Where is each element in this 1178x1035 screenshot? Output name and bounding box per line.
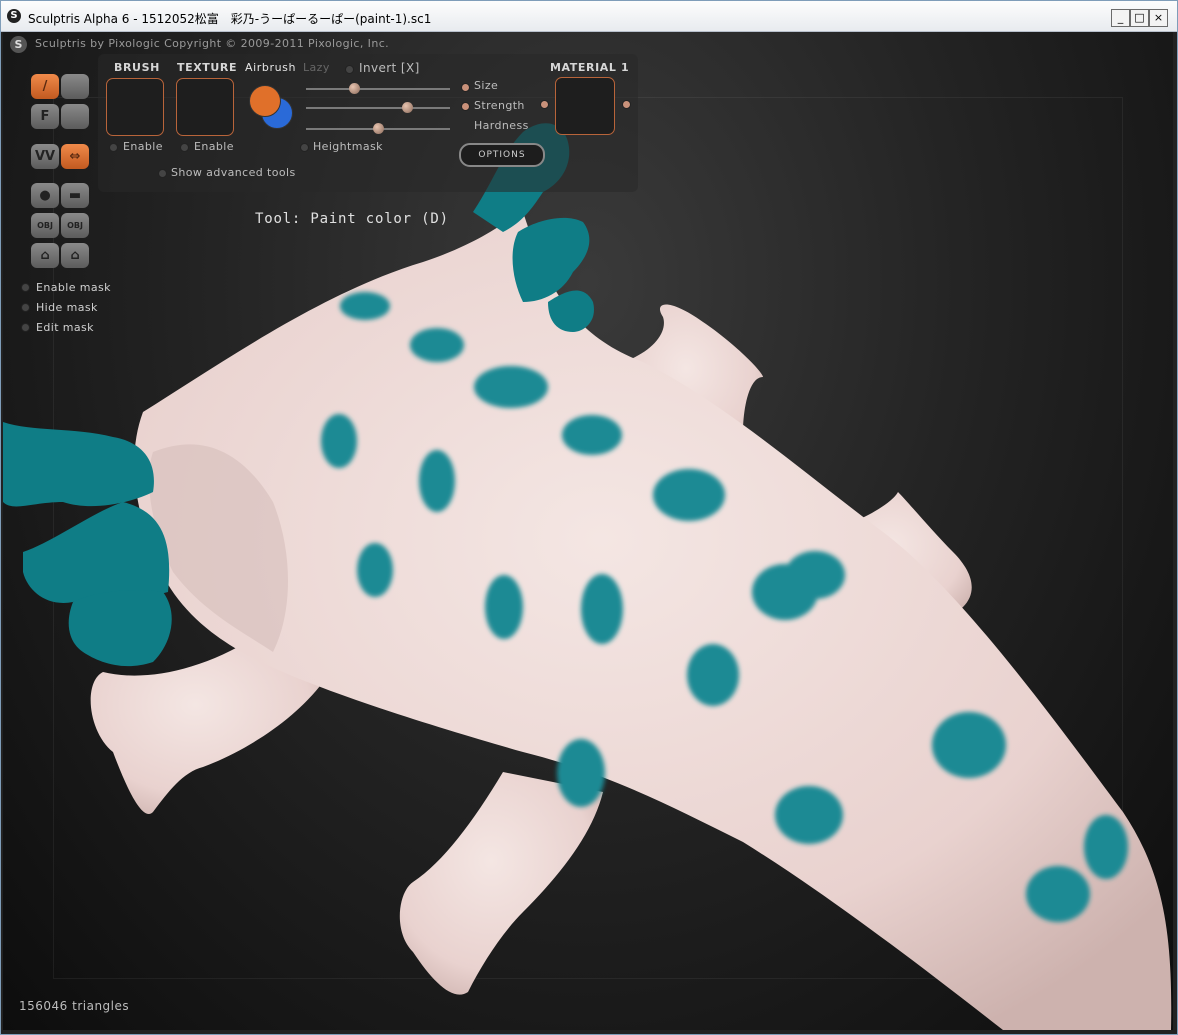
hardness-slider-knob[interactable] [373, 123, 384, 134]
paint-brush-icon[interactable]: / [31, 74, 59, 99]
tool-status: Tool: Paint color (D) [255, 211, 449, 227]
minimize-button[interactable]: _ [1111, 9, 1130, 27]
save-icon[interactable]: ⌂ [31, 243, 59, 268]
edit-mask-label: Edit mask [36, 321, 94, 334]
strength-slider[interactable] [306, 102, 450, 113]
enable-mask-checkbox[interactable] [21, 283, 30, 292]
sphere-icon[interactable]: ● [31, 183, 59, 208]
flatten-icon[interactable]: F [31, 104, 59, 129]
size-slider[interactable] [306, 83, 450, 94]
material-label: MATERIAL 1 [550, 61, 630, 74]
copyright-text: Sculptris by Pixologic Copyright © 2009-… [35, 37, 390, 50]
heightmask-checkbox[interactable] [300, 143, 309, 152]
brush-slot[interactable] [106, 78, 164, 136]
maximize-button[interactable]: □ [1130, 9, 1149, 27]
edit-mask-checkbox[interactable] [21, 323, 30, 332]
sculptris-logo-icon: S [10, 36, 27, 53]
window-title: Sculptris Alpha 6 - 1512052松富 彩乃-うーぱーるーぱ… [28, 12, 432, 26]
heightmask-label[interactable]: Heightmask [313, 140, 383, 153]
texture-enable-label[interactable]: Enable [194, 140, 234, 153]
import-obj-icon[interactable]: OBJ [31, 213, 59, 238]
enable-mask-toggle[interactable]: Enable mask [21, 281, 111, 294]
texture-label: TEXTURE [177, 61, 238, 74]
3d-viewport[interactable]: S Sculptris by Pixologic Copyright © 200… [3, 32, 1173, 1030]
advanced-tools-checkbox[interactable] [158, 169, 167, 178]
close-button[interactable]: × [1149, 9, 1168, 27]
triangle-count: 156046 triangles [19, 999, 130, 1013]
material-prev-dot[interactable] [540, 100, 549, 109]
size-label: Size [474, 79, 499, 92]
strength-slider-knob[interactable] [401, 102, 413, 113]
texture-slot[interactable] [176, 78, 234, 136]
invert-label[interactable]: Invert [X] [359, 61, 420, 75]
invert-checkbox[interactable] [345, 65, 354, 74]
sculptris-logo-icon: S [7, 9, 21, 23]
material-next-dot[interactable] [622, 100, 631, 109]
brush-label: BRUSH [114, 61, 160, 74]
model-leg-back-right [399, 772, 603, 995]
hardness-slider[interactable] [306, 123, 450, 134]
strength-label: Strength [474, 99, 525, 112]
texture-enable-checkbox[interactable] [180, 143, 189, 152]
app-window: S Sculptris Alpha 6 - 1512052松富 彩乃-うーぱーる… [0, 0, 1178, 1035]
primary-color-swatch[interactable] [249, 85, 281, 117]
enable-mask-label: Enable mask [36, 281, 111, 294]
size-pressure-toggle[interactable] [461, 83, 470, 92]
load-icon[interactable]: ⌂ [61, 243, 89, 268]
strength-pressure-toggle[interactable] [461, 102, 470, 111]
bump-icon[interactable] [61, 74, 89, 99]
model-body [134, 212, 1172, 1030]
mirror-arrows-icon[interactable]: ⇔ [61, 144, 89, 169]
hide-mask-checkbox[interactable] [21, 303, 30, 312]
airbrush-label: Airbrush [245, 61, 297, 74]
export-obj-icon[interactable]: OBJ [61, 213, 89, 238]
symmetry-icon[interactable]: VV [31, 144, 59, 169]
size-slider-knob[interactable] [348, 83, 360, 94]
material-slot[interactable] [555, 77, 615, 135]
brush-enable-checkbox[interactable] [109, 143, 118, 152]
model-gills-left [3, 422, 172, 667]
hide-mask-toggle[interactable]: Hide mask [21, 301, 98, 314]
sculpt-layer-icon[interactable] [61, 104, 89, 129]
plane-icon[interactable]: ▬ [61, 183, 89, 208]
hardness-label: Hardness [474, 119, 529, 132]
options-button[interactable]: OPTIONS [459, 143, 545, 167]
advanced-tools-label[interactable]: Show advanced tools [171, 166, 296, 179]
hide-mask-label: Hide mask [36, 301, 98, 314]
lazy-label[interactable]: Lazy [303, 61, 330, 74]
edit-mask-toggle[interactable]: Edit mask [21, 321, 94, 334]
brush-enable-label[interactable]: Enable [123, 140, 163, 153]
title-bar[interactable]: S Sculptris Alpha 6 - 1512052松富 彩乃-うーぱーる… [1, 1, 1177, 32]
